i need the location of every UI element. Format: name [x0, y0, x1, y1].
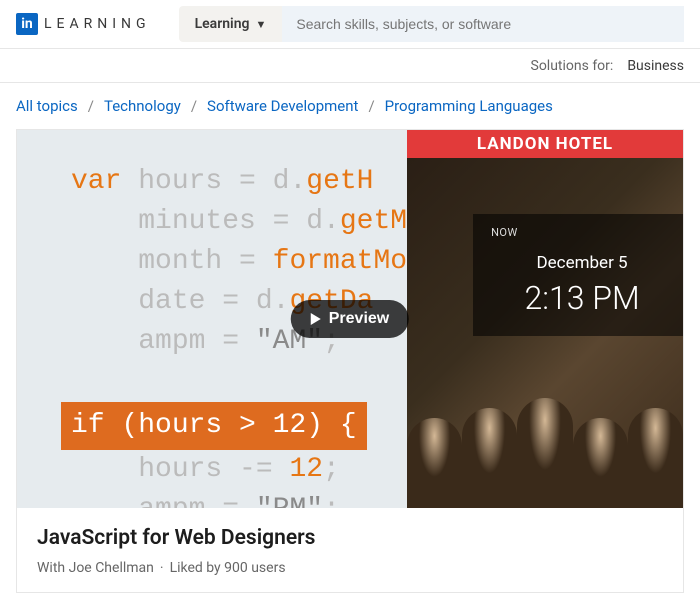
course-likes: Liked by 900 users	[170, 560, 286, 576]
solutions-business-link[interactable]: Business	[627, 58, 684, 74]
crumb-sep: /	[88, 97, 94, 115]
search-input[interactable]	[282, 6, 684, 42]
course-author[interactable]: Joe Chellman	[69, 560, 154, 576]
solutions-label: Solutions for:	[531, 58, 614, 74]
clock-now: NOW	[491, 226, 673, 239]
crumb-programming-lang[interactable]: Programming Languages	[385, 97, 553, 115]
crumb-sep: /	[368, 97, 374, 115]
course-meta: JavaScript for Web Designers With Joe Ch…	[17, 508, 683, 592]
preview-button[interactable]: Preview	[291, 300, 409, 338]
dropdown-label: Learning	[195, 16, 250, 32]
search-container	[282, 6, 684, 42]
play-icon	[311, 313, 321, 325]
product-dropdown[interactable]: Learning ▼	[179, 6, 283, 42]
breadcrumb: All topics / Technology / Software Devel…	[0, 83, 700, 129]
video-preview[interactable]: var hours = d.getH minutes = d.getM mont…	[17, 130, 683, 508]
caret-down-icon: ▼	[255, 18, 266, 31]
solutions-bar: Solutions for: Business	[0, 48, 700, 83]
course-card: var hours = d.getH minutes = d.getM mont…	[16, 129, 684, 593]
course-title: JavaScript for Web Designers	[37, 526, 663, 550]
crumb-software-dev[interactable]: Software Development	[207, 97, 358, 115]
logo-text: LEARNING	[44, 16, 151, 32]
crumb-sep: /	[191, 97, 197, 115]
logo[interactable]: in LEARNING	[16, 13, 151, 35]
crumb-technology[interactable]: Technology	[104, 97, 181, 115]
linkedin-icon: in	[16, 13, 38, 35]
crumb-all-topics[interactable]: All topics	[16, 97, 78, 115]
clock-time: 2:13 PM	[491, 279, 673, 317]
clock-overlay: NOW December 5 2:13 PM	[473, 214, 683, 336]
course-byline: With Joe Chellman·Liked by 900 users	[37, 560, 663, 576]
top-nav: in LEARNING Learning ▼	[0, 0, 700, 48]
preview-label: Preview	[329, 310, 389, 328]
hotel-banner: LANDON HOTEL	[407, 130, 683, 158]
video-still: LANDON HOTEL NOW December 5 2:13 PM	[407, 130, 683, 508]
clock-date: December 5	[491, 253, 673, 273]
